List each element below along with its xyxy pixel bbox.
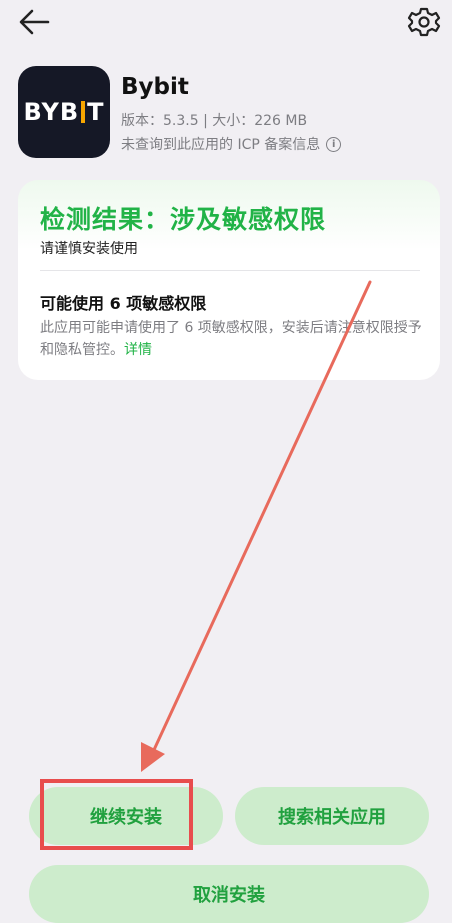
- annotation-highlight-box: [40, 779, 193, 850]
- icp-text: 未查询到此应用的 ICP 备案信息: [121, 137, 321, 153]
- permission-description-text: 此应用可能申请使用了 6 项敏感权限，安装后请注意权限授予和隐私管控。: [40, 320, 422, 358]
- info-icon[interactable]: i: [326, 136, 342, 152]
- permission-title: 可能使用 6 项敏感权限: [40, 294, 207, 313]
- back-button[interactable]: [14, 6, 54, 38]
- detection-result-title: 检测结果：涉及敏感权限: [40, 205, 327, 234]
- app-logo: BYB T: [18, 66, 110, 158]
- icp-info: 未查询到此应用的 ICP 备案信息 i: [121, 134, 342, 154]
- app-name: Bybit: [121, 74, 189, 100]
- permission-description: 此应用可能申请使用了 6 项敏感权限，安装后请注意权限授予和隐私管控。详情: [40, 317, 422, 361]
- cancel-install-button[interactable]: 取消安装: [29, 865, 429, 923]
- details-link[interactable]: 详情: [124, 342, 152, 358]
- logo-bar: [81, 101, 86, 123]
- detection-result-subtitle: 请谨慎安装使用: [40, 241, 138, 257]
- logo-text-left: BYB: [23, 98, 80, 126]
- search-related-apps-button[interactable]: 搜索相关应用: [235, 787, 429, 845]
- settings-button[interactable]: [404, 4, 444, 40]
- gear-icon: [407, 7, 441, 37]
- app-version-size: 版本：5.3.5 | 大小：226 MB: [121, 113, 308, 129]
- divider: [40, 270, 420, 271]
- arrow-left-icon: [19, 9, 50, 35]
- logo-text-right: T: [87, 98, 105, 126]
